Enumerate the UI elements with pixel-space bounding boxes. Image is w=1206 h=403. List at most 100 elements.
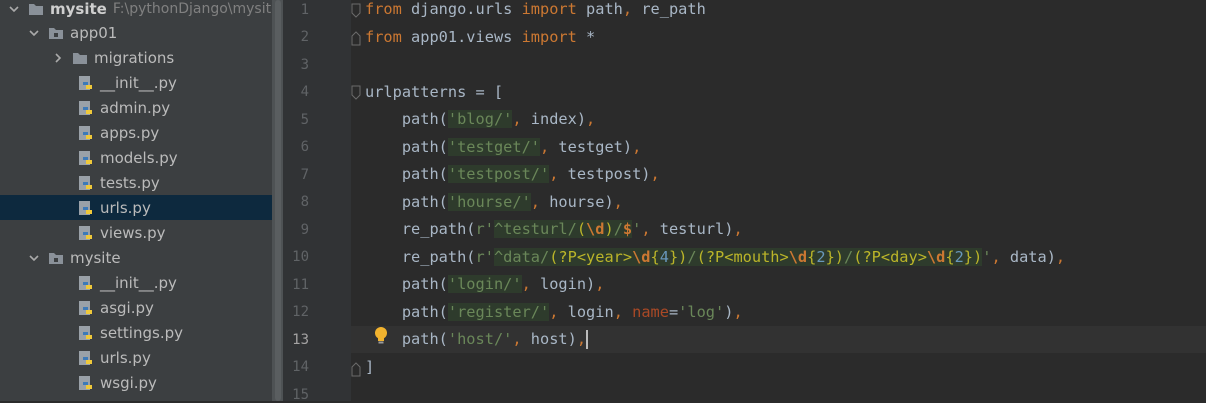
code-punct: ,: [521, 275, 540, 293]
code-punct: ,: [512, 110, 531, 128]
regex-brace: }: [825, 248, 835, 266]
regex-group: ): [834, 248, 845, 266]
tree-file-views[interactable]: views.py: [0, 220, 283, 245]
tree-file-init[interactable]: __init__.py: [0, 270, 283, 295]
code-token: path(: [365, 193, 448, 211]
string-literal: 'testget/': [447, 138, 540, 156]
tree-folder-app01[interactable]: app01: [0, 20, 283, 45]
tree-file-tests[interactable]: tests.py: [0, 170, 283, 195]
tree-root-path: F:\pythonDjango\mysite: [112, 0, 280, 17]
python-file-icon: [78, 150, 94, 166]
regex-escape: \d: [926, 248, 946, 266]
tree-file-models[interactable]: models.py: [0, 145, 283, 170]
line-number-current: 13: [292, 332, 309, 348]
code-editor[interactable]: from django.urls import path, re_path fr…: [351, 0, 1206, 401]
tree-root-mysite[interactable]: mysite F:\pythonDjango\mysite: [0, 0, 280, 21]
python-file-icon: [78, 125, 94, 141]
fold-marker-icon[interactable]: [351, 3, 361, 19]
tree-file-admin[interactable]: admin.py: [0, 95, 283, 120]
project-tree: mysite F:\pythonDjango\mysite app01 migr…: [0, 0, 283, 401]
code-line-6: path('testget/', testget),: [365, 134, 641, 161]
line-number: 4: [300, 84, 309, 100]
folder-icon: [28, 1, 44, 17]
regex-group: ): [604, 220, 614, 238]
code-punct: ,: [540, 138, 559, 156]
code-token: host): [530, 330, 577, 348]
code-punct: ,: [641, 220, 660, 238]
keyword: from: [365, 28, 402, 46]
python-file-icon: [78, 225, 94, 241]
tree-file-apps[interactable]: apps.py: [0, 120, 283, 145]
fold-marker-icon[interactable]: [351, 30, 361, 46]
code-line-10: re_path(r'^data/(?P<year>\d{4})/(?P<mout…: [365, 244, 1065, 271]
keyword: import: [521, 0, 577, 18]
tree-root-label: mysite: [50, 0, 107, 18]
code-punct: ,: [595, 275, 605, 293]
regex-literal: /: [844, 248, 854, 266]
regex-brace: {: [945, 248, 955, 266]
code-token: index): [530, 110, 587, 128]
chevron-down-icon[interactable]: [28, 252, 40, 264]
tree-file-settings[interactable]: settings.py: [0, 320, 283, 345]
tree-file-urls-selected[interactable]: urls.py: [0, 195, 283, 220]
tree-folder-migrations[interactable]: migrations: [0, 45, 283, 70]
string-literal: 'log': [678, 303, 725, 321]
code-token: app01.views: [401, 28, 522, 46]
line-number: 5: [300, 112, 309, 128]
code-token: testpost): [567, 165, 651, 183]
line-number: 12: [292, 304, 309, 320]
fold-marker-icon[interactable]: [351, 85, 361, 101]
string-literal: 'register/': [447, 303, 550, 321]
code-line-8: path('hourse/', hourse),: [365, 189, 623, 216]
line-number: 8: [300, 194, 309, 210]
line-number: 7: [300, 167, 309, 183]
code-token: ]: [365, 358, 375, 376]
tree-file-asgi[interactable]: asgi.py: [0, 295, 283, 320]
regex-literal: ^data/: [493, 248, 550, 266]
tree-item-label: models.py: [100, 148, 178, 167]
lightbulb-icon[interactable]: [373, 326, 389, 346]
line-number-gutter[interactable]: 1 2 3 4 5 6 7 8 9 10 11 12 13 14 15: [283, 0, 351, 403]
tree-file-urls[interactable]: urls.py: [0, 345, 283, 370]
text-caret: [586, 330, 589, 349]
tree-file-wsgi[interactable]: wsgi.py: [0, 370, 283, 395]
code-token: path(: [365, 138, 448, 156]
tree-item-label: app01: [70, 23, 118, 42]
code-punct: ,: [1055, 248, 1066, 266]
line-number: 10: [292, 249, 309, 265]
fold-marker-icon[interactable]: [351, 361, 361, 377]
chevron-right-icon[interactable]: [52, 52, 64, 64]
tree-folder-mysite[interactable]: mysite: [0, 245, 283, 270]
tree-item-label: mysite: [70, 248, 121, 267]
regex-group: (?P<year>: [549, 248, 633, 266]
code-token: *: [576, 28, 596, 46]
string-quote: ': [632, 220, 642, 238]
regex-brace: }: [668, 248, 679, 266]
regex-group: (?P<mouth>: [696, 248, 789, 266]
code-line-4: urlpatterns = [: [365, 79, 503, 106]
code-token: hourse): [549, 193, 614, 211]
tree-item-label: settings.py: [100, 323, 183, 342]
tree-file-init[interactable]: __init__.py: [0, 70, 283, 95]
line-number: 1: [300, 2, 309, 18]
chevron-down-icon[interactable]: [28, 27, 40, 39]
code-token: path(: [365, 275, 448, 293]
code-punct: ,: [613, 193, 623, 211]
code-token: login: [567, 303, 614, 321]
regex-escape: \d: [788, 248, 808, 266]
code-punct: ,: [530, 193, 550, 211]
string-literal: 'blog/': [447, 110, 513, 128]
regex-number: 4: [659, 248, 669, 266]
string-prefix: r': [475, 248, 494, 266]
regex-literal: ^testurl/: [493, 220, 577, 238]
code-line-12: path('register/', login, name='log'),: [365, 299, 743, 326]
line-number: 3: [300, 57, 309, 73]
code-token: urlpatterns = [: [365, 83, 504, 101]
code-punct: ,: [549, 303, 568, 321]
keyword-argument: name: [632, 303, 669, 321]
string-literal: 'host/': [447, 330, 513, 348]
code-punct: ,: [613, 303, 633, 321]
chevron-down-icon[interactable]: [8, 3, 20, 15]
python-file-icon: [78, 375, 94, 391]
line-number: 14: [292, 359, 309, 375]
